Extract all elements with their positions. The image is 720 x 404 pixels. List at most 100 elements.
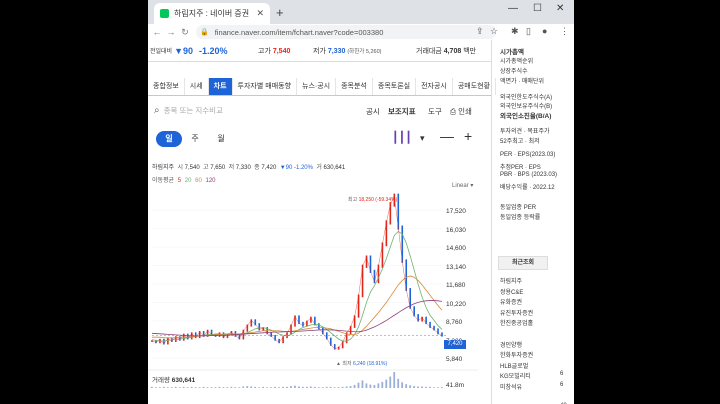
volume-bar [282,386,284,388]
compare-search[interactable]: ⌕ 종목 또는 지수비교 [154,102,294,118]
high-cell: 고가 7,540 [258,48,291,55]
maximize-icon[interactable]: ☐ [533,3,542,14]
volume-bar [198,387,201,388]
volume-bar [174,386,177,388]
naver-favicon-icon [160,9,169,18]
recent-item[interactable]: 한진중공업홀 [500,318,533,327]
recent-item[interactable]: 하림지주 [500,276,522,285]
tab-title: 하림지주 : 네이버 증권 [174,9,250,18]
price-chart[interactable] [148,188,478,388]
volume-bar [230,386,233,388]
volume-bar [274,386,276,388]
volume-bar [333,387,336,388]
volume-bar [206,387,209,388]
volume-bar [294,385,296,388]
volume-bar [413,386,415,388]
sidepanel-icon[interactable]: ▯ [526,26,531,37]
menu-tab[interactable]: 공매도현황 [453,78,497,95]
volume-bar [393,372,396,388]
profile-avatar-icon[interactable]: ● [542,26,547,36]
recent-item[interactable]: 미창석유 [500,382,522,391]
menu-tab[interactable]: 차트 [208,78,233,95]
search-placeholder: 종목 또는 지수비교 [163,105,223,115]
menu-tab[interactable]: 뉴스·공시 [297,78,337,95]
volume-bar [286,386,288,388]
menu-tab[interactable]: 종목토론실 [373,78,417,95]
volume-bar [234,387,237,388]
volume-bar [270,387,272,388]
minimize-icon[interactable]: — [508,3,518,14]
volume-bar [341,386,344,388]
high-value: 7,540 [272,48,291,55]
volume-bar [397,378,400,388]
volume-bar [218,386,221,388]
volume-bar [222,387,225,388]
forward-icon[interactable]: → [164,27,178,37]
menu-tab[interactable]: 종합정보 [148,78,185,95]
period-week-button[interactable]: 주 [182,131,208,147]
low-annotation: ▲ 최저 6,240 (18.91%) [336,361,388,367]
bookmark-star-icon[interactable]: ☆ [490,26,498,37]
volume-bar [425,386,427,388]
recent-item[interactable]: 유화증권 [500,297,522,306]
menu-tab[interactable]: 전자공시 [416,78,453,95]
volume-bar [349,386,352,388]
last-price-tag: 7,420 [444,340,466,349]
recent-view-tab[interactable]: 최근조회 [498,256,548,270]
browser-tab[interactable]: 하림지주 : 네이버 증권 ✕ [154,3,270,24]
tool-button[interactable]: 도구 [428,106,442,117]
zoom-in-icon[interactable]: + [464,128,472,144]
amount-value: 4,708 [443,48,462,55]
volume-bar [361,380,364,388]
volume-label: 거래량 630,641 [152,377,196,384]
extensions-icon[interactable]: ✱ [511,26,519,37]
recent-item[interactable]: 쌍용C&E [500,287,523,296]
recent-item-number: 6 [560,371,564,378]
volume-bar [297,386,300,388]
volume-bar [353,384,356,388]
menu-kebab-icon[interactable]: ⋮ [560,26,569,37]
volume-bar [321,387,324,388]
reload-icon[interactable]: ↻ [178,27,192,38]
volume-bar [433,387,435,388]
menu-tab[interactable]: 종목분석 [336,78,373,95]
close-tab-icon[interactable]: ✕ [256,8,264,19]
address-bar[interactable]: 🔒 finance.naver.com/item/fchart.naver?co… [196,25,496,39]
print-button[interactable]: ⎙ 인쇄 [450,106,472,117]
notice-button[interactable]: 공시 [366,106,380,117]
recent-item[interactable]: 경인양행 [500,340,522,349]
candle-chart-icon[interactable]: ┃┃┃ [392,131,412,144]
tab-strip: 하림지주 : 네이버 증권 ✕ + — ☐ ✕ [148,0,574,24]
volume-bar [377,383,380,388]
change-value: ▼90 [174,45,194,56]
period-day-button[interactable]: 일 [156,131,182,147]
page-content: 전일대비 ▼90 -1.20% 고가 7,540 저가 7,330 (하한가 5… [148,40,574,404]
recent-item[interactable]: KG모빌리티 [500,371,531,380]
volume-bar [313,386,316,388]
close-window-icon[interactable]: ✕ [556,3,564,14]
menu-tab[interactable]: 투자자별 매매동향 [233,78,298,95]
chart-type-icon[interactable]: ▾ [420,133,425,144]
recent-item[interactable]: 한화투자증권 [500,350,533,359]
indicator-button[interactable]: 보조지표 [388,106,416,117]
volume-bar [401,382,404,388]
volume-bar [238,387,241,388]
period-month-button[interactable]: 월 [208,131,234,147]
new-tab-icon[interactable]: + [276,5,284,20]
volume-bar [182,386,185,388]
share-icon[interactable]: ⇪ [476,26,484,37]
menu-tab[interactable]: 시세 [185,78,209,95]
lower-limit: (하한가 5,260) [347,49,382,55]
back-icon[interactable]: ← [150,27,164,37]
volume-bar [441,387,443,388]
recent-item[interactable]: HLB글로벌 [500,361,528,370]
moving-average-line [151,230,443,342]
volume-bar [266,387,269,388]
volume-bar [329,386,332,388]
volume-bar [417,386,419,388]
volume-bar [345,386,348,388]
recent-item[interactable]: 유진투자증권 [500,308,533,317]
volume-bar [170,387,173,388]
zoom-out-icon[interactable]: — [440,128,454,144]
volume-bar [317,387,320,388]
